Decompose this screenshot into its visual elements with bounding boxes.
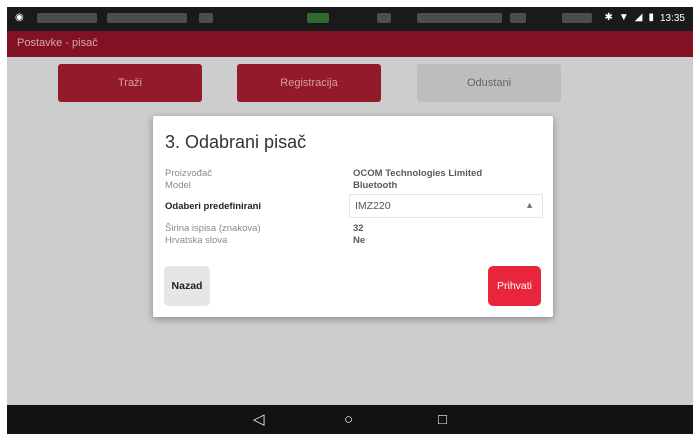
faded-status-text bbox=[417, 13, 502, 23]
wifi-icon: ▼ bbox=[618, 12, 629, 23]
caret-up-icon: ▲ bbox=[525, 200, 534, 210]
accept-button[interactable]: Prihvati bbox=[488, 266, 541, 306]
back-triangle-icon[interactable]: ◁ bbox=[253, 411, 265, 428]
field-label: Hrvatska slova bbox=[165, 235, 228, 246]
printer-select-value: IMZ220 bbox=[355, 200, 391, 212]
field-value: Bluetooth bbox=[353, 180, 398, 191]
back-button[interactable]: Nazad bbox=[164, 266, 210, 306]
tablet-screen: ◉ ✱ ▼ ◢ ▮ 13:35 Postavke - pisač Traži R… bbox=[7, 7, 693, 434]
faded-status-text bbox=[37, 13, 97, 23]
android-debug-icon: ◉ bbox=[15, 12, 24, 23]
status-icons: ✱ ▼ ◢ ▮ 13:35 bbox=[604, 11, 685, 25]
faded-status-text bbox=[107, 13, 187, 23]
field-label: Model bbox=[165, 180, 191, 191]
faded-status-text bbox=[562, 13, 592, 23]
signal-icon: ◢ bbox=[634, 12, 643, 23]
select-label: Odaberi predefinirani bbox=[165, 201, 262, 212]
status-bar: ◉ ✱ ▼ ◢ ▮ 13:35 bbox=[7, 7, 693, 31]
navigation-bar: ◁ ○ □ bbox=[7, 405, 693, 434]
printer-select[interactable]: IMZ220 ▲ bbox=[349, 194, 543, 218]
dialog-title: 3. Odabrani pisač bbox=[165, 132, 307, 152]
battery-icon: ▮ bbox=[648, 12, 654, 23]
bluetooth-icon: ✱ bbox=[604, 12, 613, 23]
status-time: 13:35 bbox=[659, 12, 685, 24]
faded-status-text bbox=[199, 13, 213, 23]
printer-dialog: 3. Odabrani pisač Proizvođač OCOM Techno… bbox=[153, 116, 553, 317]
field-value: 32 bbox=[353, 223, 364, 234]
home-circle-icon[interactable]: ○ bbox=[344, 411, 353, 428]
faded-status-text bbox=[377, 13, 391, 23]
recents-square-icon[interactable]: □ bbox=[438, 411, 447, 428]
field-value: Ne bbox=[353, 235, 366, 246]
field-value: OCOM Technologies Limited bbox=[353, 168, 483, 179]
faded-status-text bbox=[307, 13, 329, 23]
field-label: Širina ispisa (znakova) bbox=[165, 223, 261, 234]
field-label: Proizvođač bbox=[165, 168, 212, 179]
faded-status-text bbox=[510, 13, 526, 23]
